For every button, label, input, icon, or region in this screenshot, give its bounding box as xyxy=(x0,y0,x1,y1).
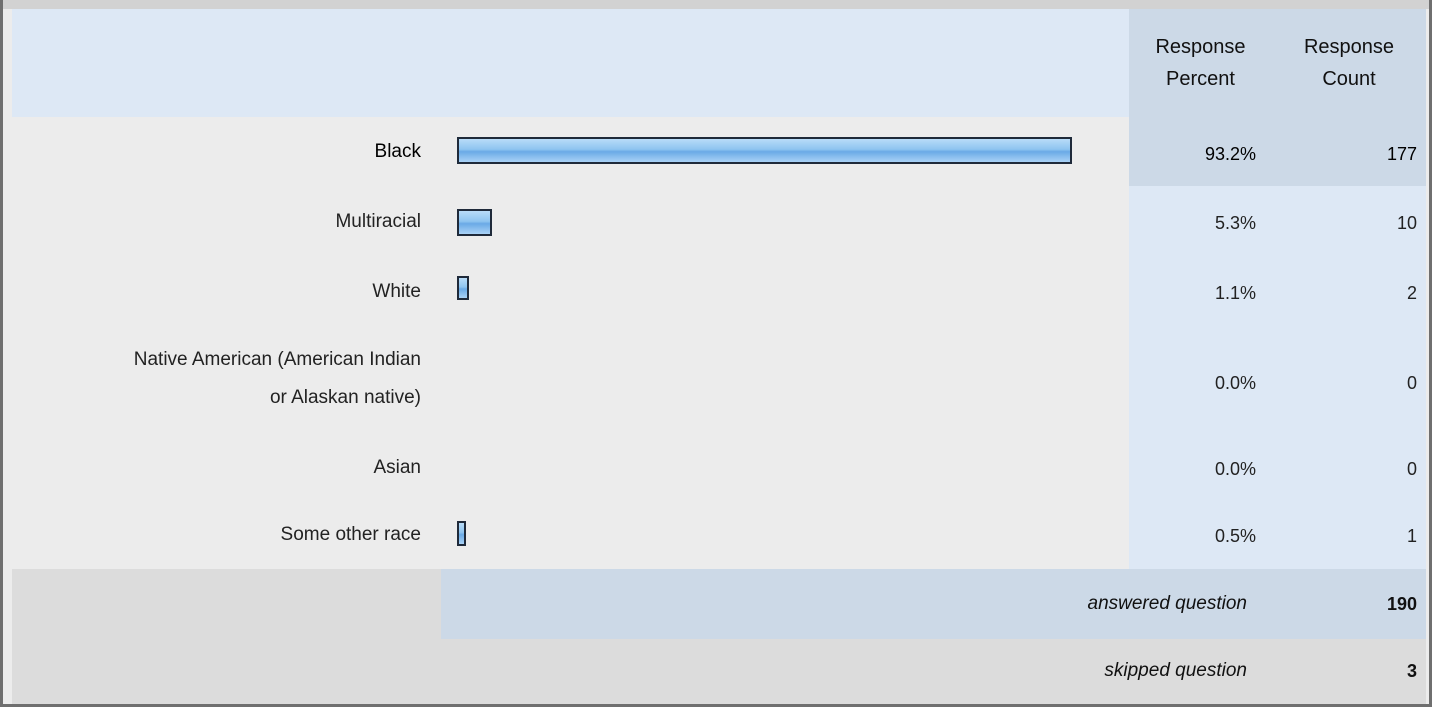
header-row xyxy=(12,9,1129,117)
answered-row: answered question 190 xyxy=(12,569,1426,639)
bar xyxy=(457,137,1072,164)
row-label-line1: Native American (American Indian xyxy=(133,349,421,370)
row-label: Native American (American Indian or Alas… xyxy=(21,341,421,417)
top-strip xyxy=(3,0,1429,9)
table-row: White 1.1% 2 xyxy=(12,256,1426,326)
table-row: Native American (American Indian or Alas… xyxy=(12,326,1426,434)
bar xyxy=(457,276,469,300)
answered-label: answered question xyxy=(1087,593,1248,614)
skipped-row: skipped question 3 xyxy=(12,639,1426,704)
survey-results-table: Response Percent Response Count Black 93… xyxy=(0,0,1432,707)
row-label: Asian xyxy=(373,457,421,478)
bar xyxy=(457,209,492,236)
row-percent: 93.2% xyxy=(1204,144,1256,164)
row-count: 1 xyxy=(1406,526,1417,546)
row-percent: 5.3% xyxy=(1214,213,1256,233)
skipped-label: skipped question xyxy=(1104,660,1247,681)
row-count: 2 xyxy=(1406,283,1417,303)
row-count: 0 xyxy=(1406,373,1417,393)
table-row: Asian 0.0% 0 xyxy=(12,434,1426,502)
header-response-count: Response Count xyxy=(1272,9,1426,117)
table-row: Multiracial 5.3% 10 xyxy=(12,186,1426,256)
row-percent: 0.0% xyxy=(1214,373,1256,393)
row-count: 0 xyxy=(1406,459,1417,479)
answered-value: 190 xyxy=(1386,594,1417,614)
row-label: White xyxy=(372,281,421,302)
row-percent: 0.0% xyxy=(1214,459,1256,479)
table-row: Some other race 0.5% 1 xyxy=(12,502,1426,569)
row-label: Multiracial xyxy=(335,211,421,232)
header-response-percent: Response Percent xyxy=(1129,9,1272,117)
skipped-value: 3 xyxy=(1406,661,1417,681)
bar xyxy=(457,521,466,546)
row-label: Black xyxy=(374,141,421,162)
row-count: 10 xyxy=(1396,213,1417,233)
row-label: Some other race xyxy=(280,524,421,545)
row-percent: 1.1% xyxy=(1214,283,1256,303)
table-row: Black 93.2% 177 xyxy=(12,117,1426,186)
row-count: 177 xyxy=(1386,144,1417,164)
row-percent: 0.5% xyxy=(1214,526,1256,546)
row-label-line2: or Alaskan native) xyxy=(269,387,421,408)
